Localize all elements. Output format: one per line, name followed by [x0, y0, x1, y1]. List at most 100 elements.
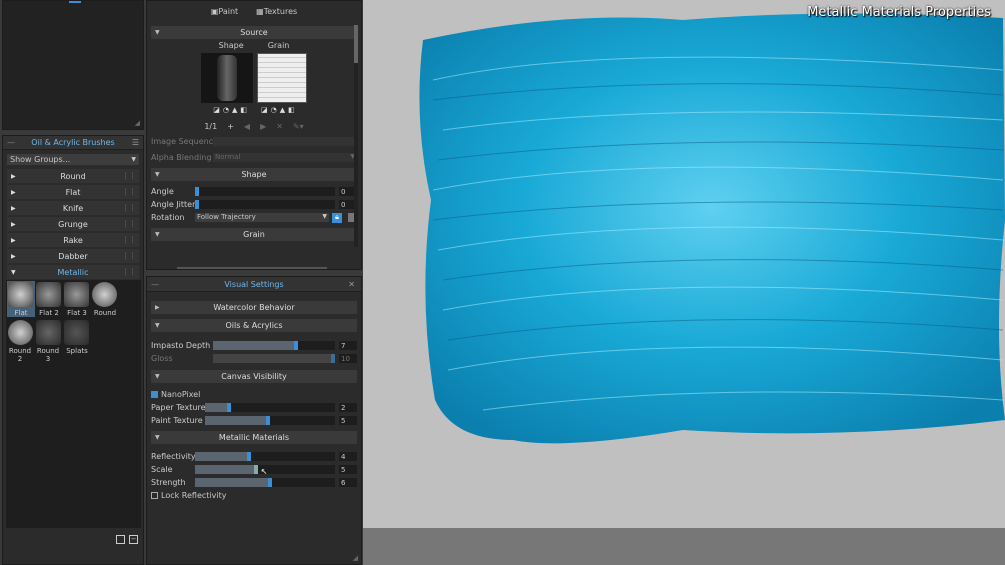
brush-label-flat-3: Flat 3 — [67, 309, 87, 317]
close-icon[interactable]: ✕ — [348, 280, 355, 289]
warning-icon[interactable]: ▲ — [280, 106, 285, 114]
remove-icon[interactable]: − — [129, 535, 138, 544]
group-round[interactable]: ▶ Round ⋮⋮ — [7, 169, 139, 183]
nanopixel-checkbox[interactable] — [151, 391, 158, 398]
impasto-value[interactable]: 7 — [339, 341, 357, 350]
strength-knob[interactable] — [268, 478, 272, 487]
brush-thumb-round-3[interactable] — [36, 320, 61, 345]
strength-value[interactable]: 6 — [339, 478, 357, 487]
strength-slider[interactable] — [195, 478, 335, 487]
rotation-select[interactable]: Follow Trajectory ▼ — [195, 213, 329, 222]
angle-knob[interactable] — [195, 187, 199, 196]
grain-preview[interactable] — [257, 53, 307, 103]
next-icon[interactable]: ▶ — [260, 122, 266, 131]
reflectivity-slider[interactable] — [195, 452, 335, 461]
duplicate-icon[interactable] — [116, 535, 125, 544]
brush-settings-panel: ▣Paint ▦Textures ▼ Source Shape Grain ◪ ◔ ▲… — [146, 0, 362, 270]
brush-thumb-flat[interactable] — [8, 282, 33, 307]
watercolor-section-header[interactable]: ▶ Watercolor Behavior — [151, 301, 357, 314]
angle-jitter-slider[interactable] — [195, 200, 335, 209]
panel-menu-icon[interactable]: — — [151, 280, 159, 289]
gloss-knob[interactable] — [331, 354, 335, 363]
group-rake[interactable]: ▶ Rake ⋮⋮ — [7, 233, 139, 247]
paint-texture-value[interactable]: 5 — [339, 416, 357, 425]
drag-handle-icon[interactable]: ⋮⋮ — [122, 204, 136, 212]
metallic-section-header[interactable]: ▼ Metallic Materials — [151, 431, 357, 444]
scrollbar-thumb[interactable] — [354, 25, 358, 63]
panel-hscroll[interactable] — [177, 267, 327, 269]
drag-handle-icon[interactable]: ⋮⋮ — [122, 220, 136, 228]
show-groups-select[interactable]: Show Groups... ▼ — [7, 154, 139, 165]
gloss-slider[interactable] — [213, 354, 335, 363]
reflectivity-value[interactable]: 4 — [339, 452, 357, 461]
drag-handle-icon[interactable]: ⋮⋮ — [122, 188, 136, 196]
rotate-icon[interactable]: ◔ — [223, 106, 229, 114]
expand-arrow-icon: ▶ — [11, 172, 16, 180]
tab-paint[interactable]: ▣Paint — [211, 7, 238, 16]
grain-section-header[interactable]: ▼ Grain — [151, 228, 357, 241]
impasto-label: Impasto Depth — [151, 341, 211, 350]
rotate-icon[interactable]: ◔ — [271, 106, 277, 114]
shape-preview[interactable] — [201, 53, 253, 103]
angle-slider[interactable] — [195, 187, 335, 196]
brush-thumb-round[interactable] — [92, 282, 117, 307]
drag-handle-icon[interactable]: ⋮⋮ — [122, 236, 136, 244]
reflectivity-knob[interactable] — [247, 452, 251, 461]
impasto-knob[interactable] — [294, 341, 299, 350]
canvas-visibility-header[interactable]: ▼ Canvas Visibility — [151, 370, 357, 383]
prev-icon[interactable]: ◀ — [244, 122, 250, 131]
add-icon[interactable]: + — [227, 122, 234, 131]
resize-grip[interactable]: ◢ — [353, 554, 358, 562]
warning-icon[interactable]: ▲ — [232, 106, 237, 114]
paint-texture-slider[interactable] — [205, 416, 335, 425]
lock-reflectivity-checkbox[interactable] — [151, 492, 158, 499]
lock-icon[interactable]: 🔒︎ — [332, 212, 342, 223]
group-flat[interactable]: ▶ Flat ⋮⋮ — [7, 185, 139, 199]
tab-textures[interactable]: ▦Textures — [256, 7, 297, 16]
alpha-blending-select[interactable]: Normal ▼ — [213, 153, 357, 162]
shape-section-header[interactable]: ▼ Shape — [151, 168, 357, 181]
panel-menu-icon[interactable]: — — [7, 138, 15, 147]
brush-thumb-splats[interactable] — [64, 320, 89, 345]
eyedropper-icon[interactable]: ✎▾ — [293, 122, 304, 131]
image-sequence-field[interactable] — [213, 137, 357, 146]
paper-texture-value[interactable]: 2 — [339, 403, 357, 412]
brush-thumb-flat-3[interactable] — [64, 282, 89, 307]
drag-handle-icon[interactable]: ⋮⋮ — [122, 172, 136, 180]
scale-slider[interactable]: ↖ — [195, 465, 335, 476]
collapse-arrow-icon: ▼ — [155, 29, 160, 36]
mirror-icon[interactable]: ◪ — [213, 106, 220, 114]
paper-texture-slider[interactable] — [205, 403, 335, 412]
oils-section-header[interactable]: ▼ Oils & Acrylics — [151, 319, 357, 332]
group-grunge[interactable]: ▶ Grunge ⋮⋮ — [7, 217, 139, 231]
lock-reflectivity-label: Lock Reflectivity — [161, 491, 227, 500]
paper-texture-knob[interactable] — [227, 403, 231, 412]
scale-value[interactable]: 5 — [339, 465, 357, 474]
delete-icon[interactable]: ✕ — [276, 122, 283, 131]
group-dabber[interactable]: ▶ Dabber ⋮⋮ — [7, 249, 139, 263]
drag-handle-icon[interactable]: ⋮⋮ — [122, 252, 136, 260]
expand-arrow-icon: ▶ — [11, 236, 16, 244]
brush-thumb-round-2[interactable] — [8, 320, 33, 345]
drag-handle-icon[interactable]: ⋮⋮ — [122, 268, 136, 276]
group-metallic[interactable]: ▼ Metallic ⋮⋮ — [7, 265, 139, 279]
scrollbar[interactable] — [354, 25, 358, 247]
hamburger-icon[interactable]: ☰ — [132, 138, 139, 147]
group-knife[interactable]: ▶ Knife ⋮⋮ — [7, 201, 139, 215]
impasto-slider[interactable] — [213, 341, 335, 350]
resize-grip[interactable]: ◢ — [135, 119, 140, 127]
tab-paint-label: Paint — [218, 6, 239, 16]
source-section-header[interactable]: ▼ Source — [151, 26, 357, 39]
canvas-area[interactable]: Metallic Materials Properties — [363, 0, 1005, 565]
paint-texture-knob[interactable] — [266, 416, 270, 425]
gloss-value[interactable]: 10 — [339, 354, 357, 363]
mirror-icon[interactable]: ◪ — [261, 106, 268, 114]
invert-icon[interactable]: ◧ — [240, 106, 247, 114]
invert-icon[interactable]: ◧ — [288, 106, 295, 114]
preview-panel: ◢ — [2, 0, 144, 130]
angle-jitter-knob[interactable] — [195, 200, 199, 209]
brush-thumb-flat-2[interactable] — [36, 282, 61, 307]
scale-knob[interactable] — [254, 465, 258, 474]
paper-texture-label: Paper Texture — [151, 403, 206, 412]
expand-arrow-icon: ▶ — [11, 220, 16, 228]
